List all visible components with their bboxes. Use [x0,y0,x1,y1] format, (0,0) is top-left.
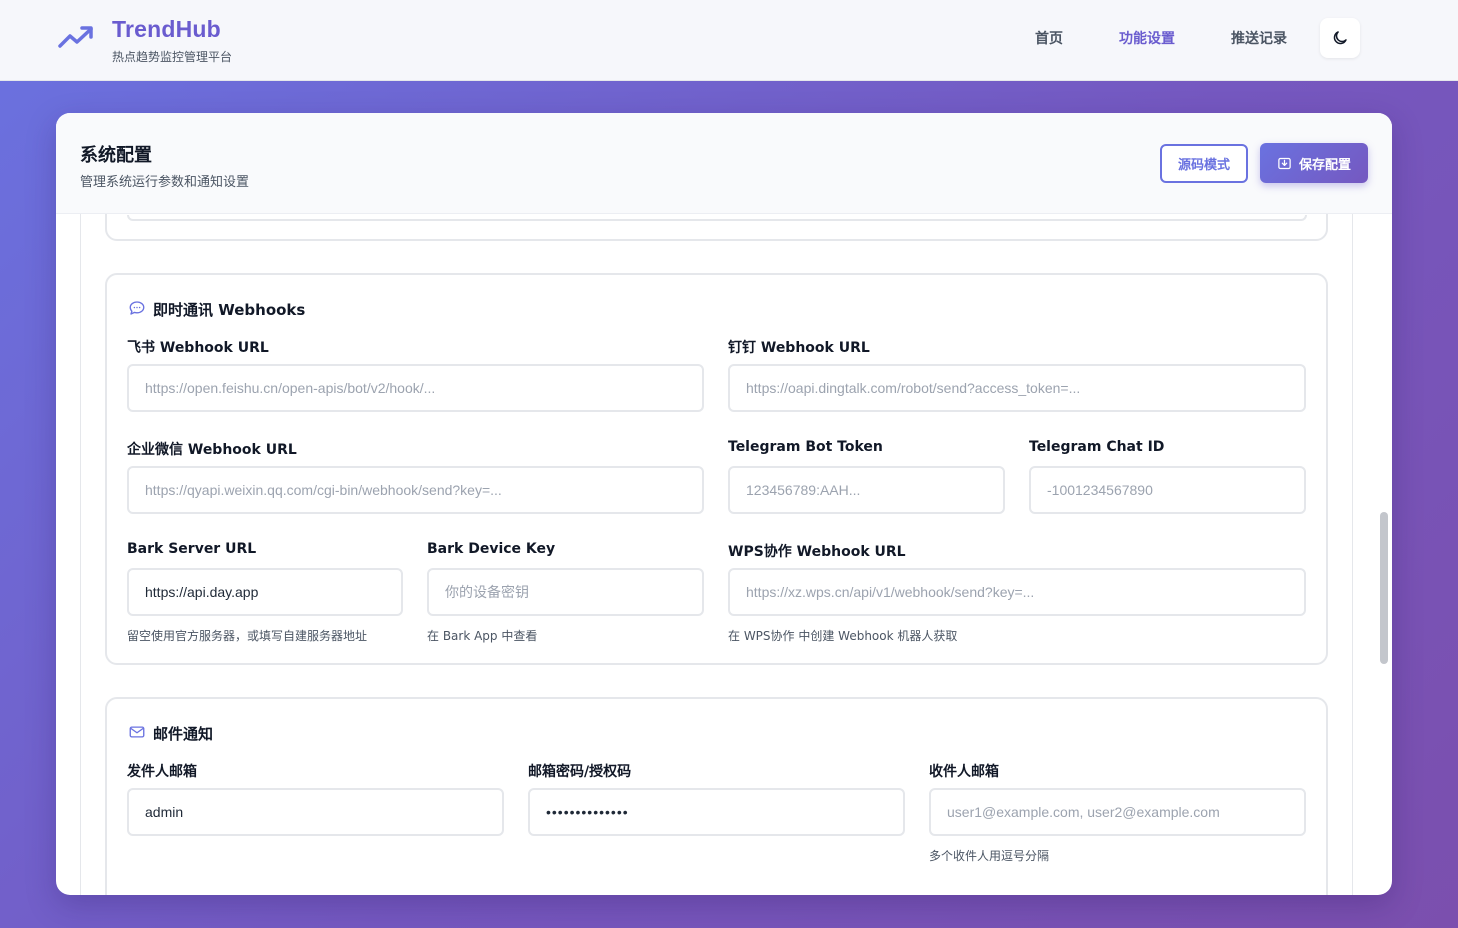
page-subtitle: 管理系统运行参数和通知设置 [80,175,250,190]
theme-toggle-button[interactable] [1320,18,1360,58]
nav-settings[interactable]: 功能设置 [1119,28,1175,48]
bark-key-input[interactable] [427,568,704,616]
config-card: 即时通讯 Webhooks 飞书 Webhook URL 钉钉 Webhook … [56,113,1392,895]
save-config-label: 保存配置 [1298,157,1351,173]
telegram-token-input[interactable] [728,466,1005,514]
bark-server-input[interactable] [127,568,403,616]
telegram-chat-input[interactable] [1029,466,1306,514]
password-label: 邮箱密码/授权码 [528,764,632,780]
source-mode-button[interactable]: 源码模式 [1160,144,1248,183]
receivers-input[interactable] [929,788,1306,836]
email-section: 邮件通知 发件人邮箱 邮箱密码/授权码 收件人邮箱 多个收件人用逗号分隔 [105,697,1328,895]
bark-server-label: Bark Server URL [127,541,257,557]
webhooks-section-title: 即时通讯 Webhooks [153,301,306,319]
receivers-hint: 多个收件人用逗号分隔 [929,849,1050,863]
page-title: 系统配置 [80,145,152,166]
nav-history[interactable]: 推送记录 [1231,28,1287,48]
email-password-input[interactable] [528,788,905,836]
nav-home[interactable]: 首页 [1035,28,1063,48]
dingtalk-webhook-input[interactable] [728,364,1306,412]
download-icon [1278,157,1291,169]
feishu-webhook-input[interactable] [127,364,704,412]
brand-subtitle: 热点趋势监控管理平台 [112,50,233,64]
save-config-button[interactable]: 保存配置 [1260,143,1368,183]
email-section-title: 邮件通知 [153,725,214,743]
scrollbar-thumb[interactable] [1380,512,1388,664]
sender-email-input[interactable] [127,788,504,836]
top-navbar: TrendHub 热点趋势监控管理平台 首页 功能设置 推送记录 [0,0,1458,81]
wework-label: 企业微信 Webhook URL [127,442,297,458]
brand-title: TrendHub [112,16,221,42]
chat-bubble-icon [129,301,145,315]
telegram-chat-label: Telegram Chat ID [1029,439,1165,455]
card-header: 系统配置 管理系统运行参数和通知设置 源码模式 保存配置 [56,113,1392,214]
bark-key-label: Bark Device Key [427,541,556,557]
webhooks-section: 即时通讯 Webhooks 飞书 Webhook URL 钉钉 Webhook … [105,273,1328,665]
wework-webhook-input[interactable] [127,466,704,514]
moon-icon [1333,31,1347,45]
trending-up-icon [58,26,93,48]
receivers-label: 收件人邮箱 [929,764,999,780]
dingtalk-label: 钉钉 Webhook URL [728,340,870,356]
telegram-token-label: Telegram Bot Token [728,439,883,455]
previous-input-edge [127,215,1307,221]
feishu-label: 飞书 Webhook URL [127,340,269,356]
mail-icon [129,726,145,738]
config-scroll-area: 即时通讯 Webhooks 飞书 Webhook URL 钉钉 Webhook … [80,113,1353,895]
wps-label: WPS协作 Webhook URL [728,544,906,560]
wps-hint: 在 WPS协作 中创建 Webhook 机器人获取 [728,629,958,643]
wps-webhook-input[interactable] [728,568,1306,616]
bark-server-hint: 留空使用官方服务器，或填写自建服务器地址 [127,629,368,643]
bark-key-hint: 在 Bark App 中查看 [427,629,538,643]
sender-label: 发件人邮箱 [127,764,197,780]
